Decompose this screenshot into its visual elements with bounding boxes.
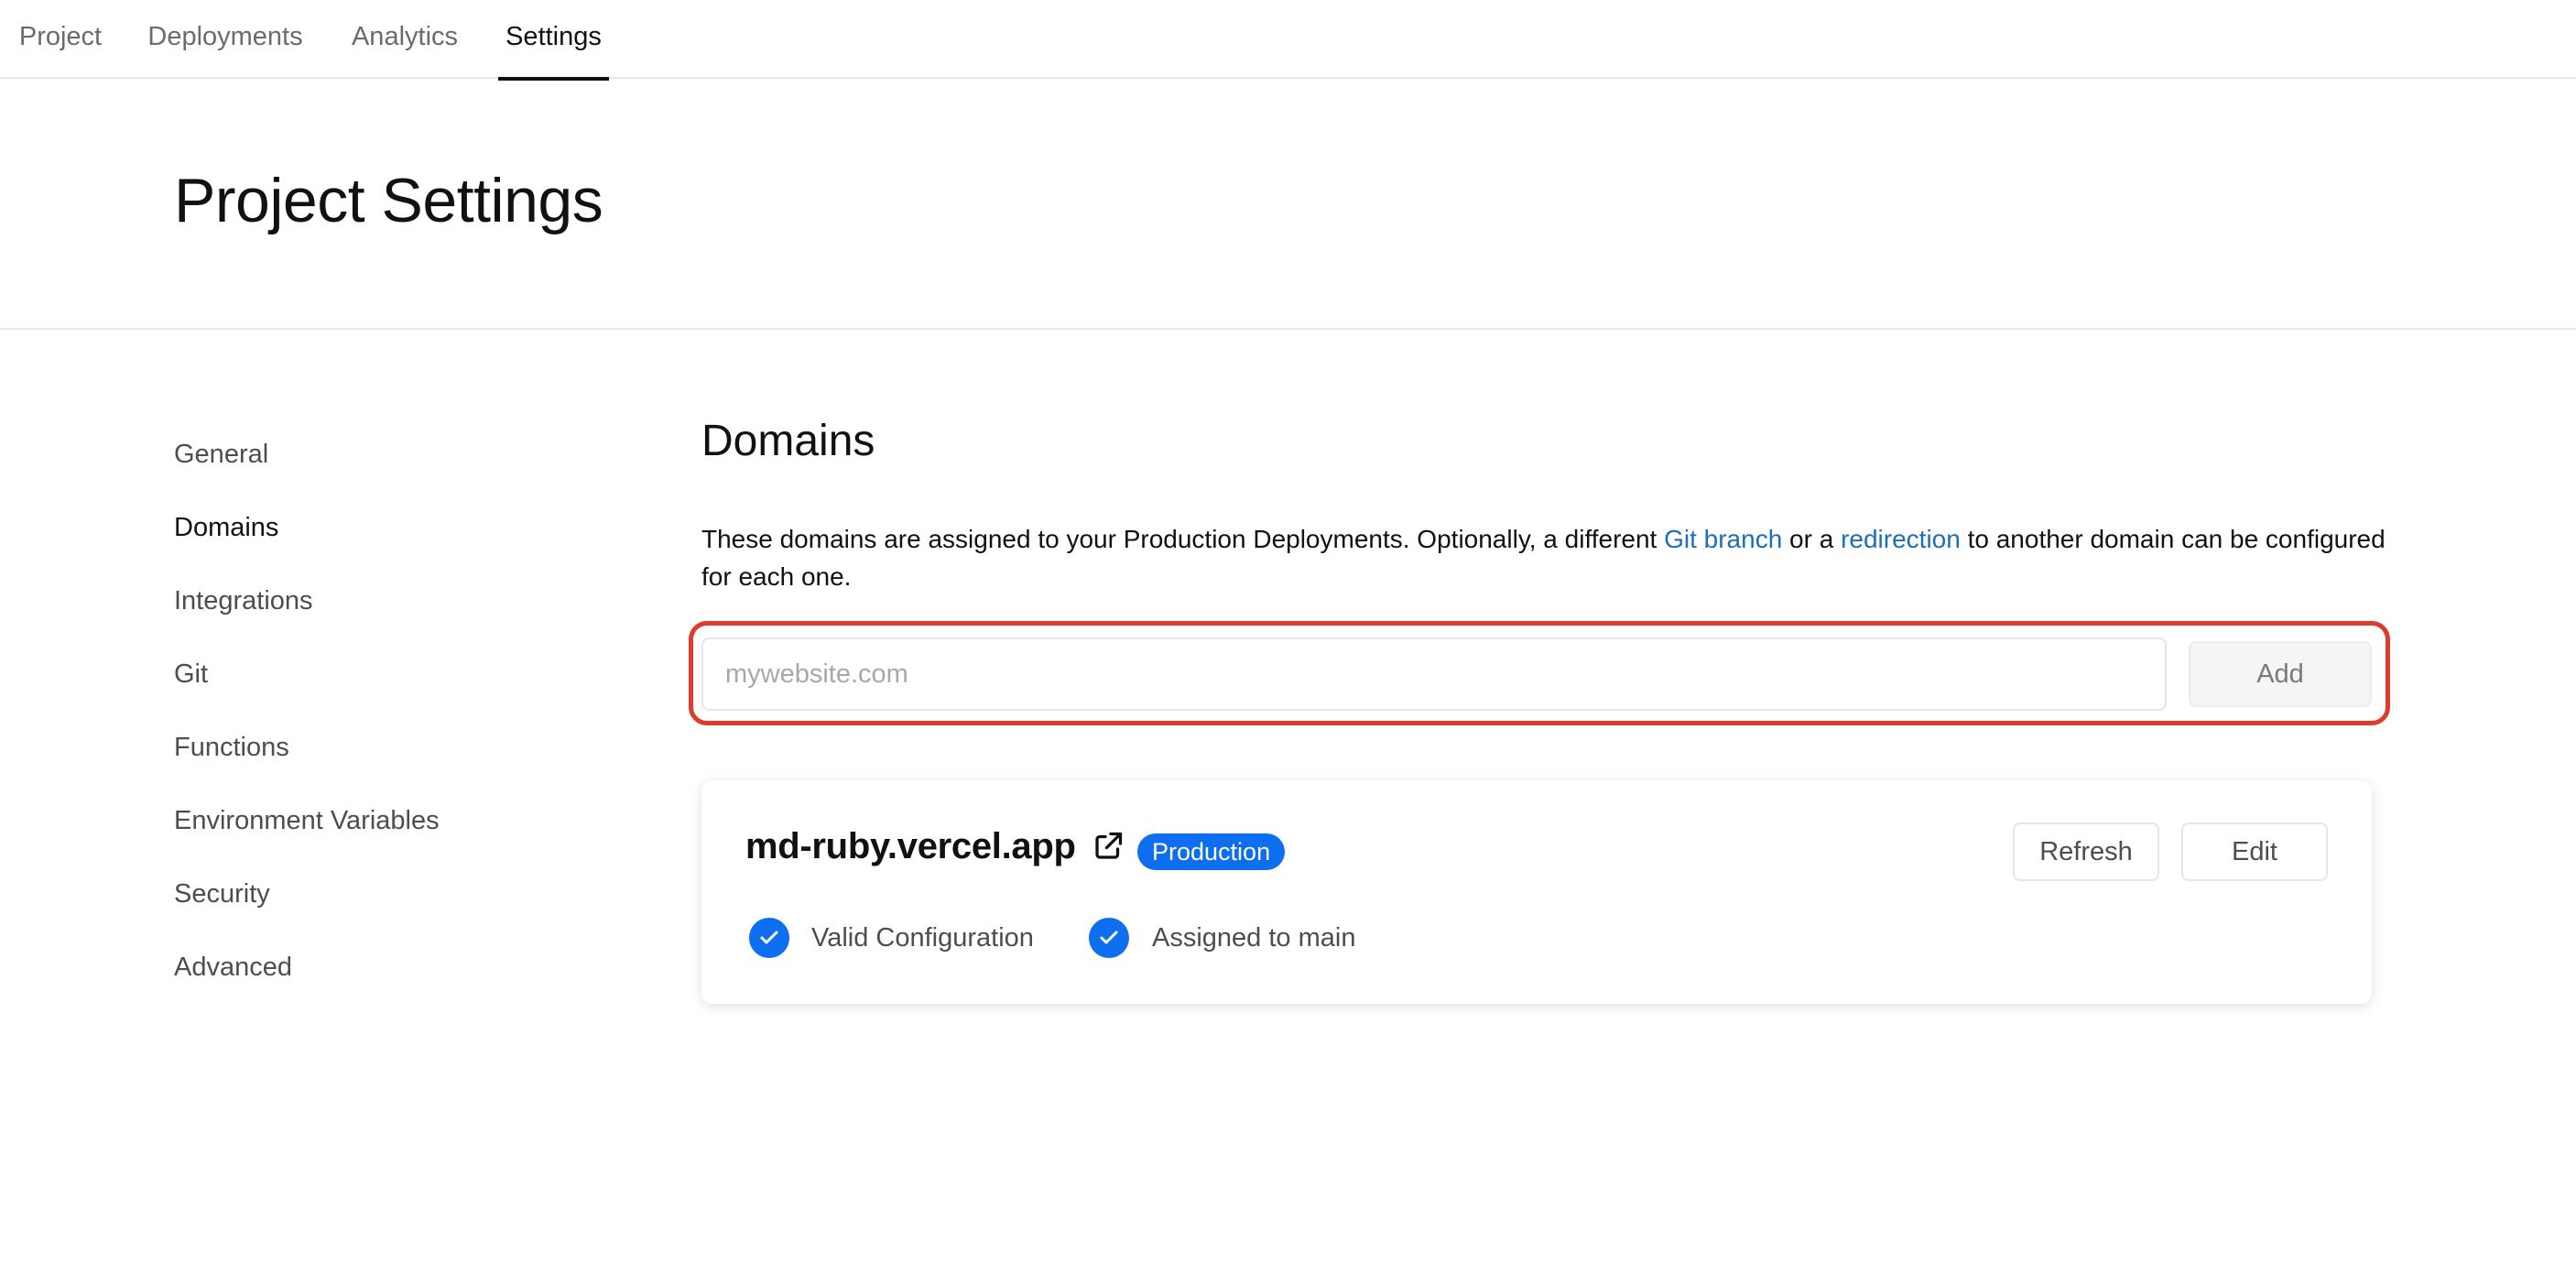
- sidebar-item-git[interactable]: Git: [174, 656, 208, 692]
- add-domain-button[interactable]: Add: [2189, 641, 2372, 707]
- description-text: These domains are assigned to your Produ…: [701, 525, 1665, 553]
- production-badge: Production: [1137, 833, 1286, 870]
- external-link-icon[interactable]: [1092, 830, 1125, 863]
- description-text: or a: [1782, 525, 1842, 553]
- domains-description: These domains are assigned to your Produ…: [701, 520, 2386, 595]
- domain-card: md-ruby.vercel.app Production Refresh Ed…: [701, 780, 2372, 1004]
- domain-input[interactable]: [701, 637, 2167, 711]
- refresh-button[interactable]: Refresh: [2013, 822, 2159, 881]
- sidebar-item-advanced[interactable]: Advanced: [174, 949, 292, 986]
- tab-analytics[interactable]: Analytics: [348, 0, 462, 79]
- tab-settings[interactable]: Settings: [498, 0, 609, 81]
- sidebar-item-functions[interactable]: Functions: [174, 729, 289, 766]
- assigned-branch-status: Assigned to main: [1152, 923, 1356, 953]
- edit-button[interactable]: Edit: [2181, 822, 2328, 881]
- sidebar-item-general[interactable]: General: [174, 436, 268, 473]
- sidebar-item-integrations[interactable]: Integrations: [174, 583, 313, 619]
- tab-project[interactable]: Project: [16, 0, 104, 79]
- top-navigation: Project Deployments Analytics Settings: [0, 0, 2576, 81]
- page-title: Project Settings: [174, 166, 603, 235]
- page-header: Project Settings: [0, 81, 2576, 330]
- valid-configuration-status: Valid Configuration: [811, 923, 1034, 953]
- section-title: Domains: [701, 417, 875, 465]
- sidebar-item-security[interactable]: Security: [174, 876, 270, 912]
- check-circle-icon: [1089, 918, 1129, 958]
- domain-name[interactable]: md-ruby.vercel.app: [745, 826, 1076, 867]
- sidebar-item-domains[interactable]: Domains: [174, 509, 278, 546]
- git-branch-link[interactable]: Git branch: [1664, 525, 1782, 553]
- tab-deployments[interactable]: Deployments: [145, 0, 306, 79]
- sidebar-item-environment-variables[interactable]: Environment Variables: [174, 802, 440, 839]
- redirection-link[interactable]: redirection: [1841, 525, 1961, 553]
- check-circle-icon: [749, 918, 789, 958]
